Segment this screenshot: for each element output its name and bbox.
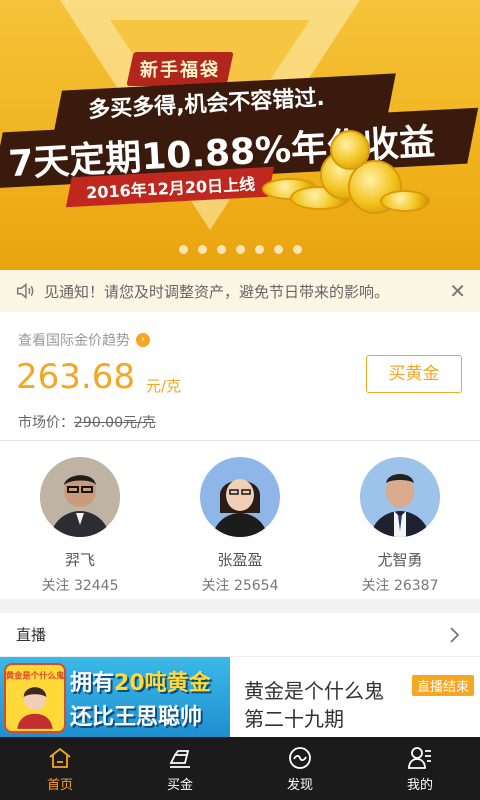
badge-text: 黄金是个什么鬼 bbox=[6, 670, 64, 680]
live-section-title: 直播 bbox=[16, 626, 47, 644]
gold-trend-link[interactable]: 查看国际金价趋势 › bbox=[18, 330, 150, 350]
expert-followers: 关注 26387 bbox=[361, 578, 439, 594]
carousel-indicator[interactable] bbox=[0, 245, 480, 254]
carousel-dot[interactable] bbox=[292, 245, 302, 254]
user-icon bbox=[408, 746, 431, 769]
avatar bbox=[40, 457, 120, 537]
notice-bar[interactable]: 见通知！请您及时调整资产，避免节日带来的影响。 ✕ bbox=[0, 270, 480, 312]
live-thumbnail: 黄金是个什么鬼 拥有20吨黄金 还比王思聪帅 bbox=[0, 657, 230, 737]
tab-discover-label: 发现 bbox=[286, 777, 313, 793]
close-icon[interactable]: ✕ bbox=[449, 279, 466, 303]
buy-gold-button[interactable]: 买黄金 bbox=[366, 355, 462, 393]
expert-card[interactable]: 羿飞 关注 32445 bbox=[0, 457, 160, 595]
avatar bbox=[360, 457, 440, 537]
carousel-dot[interactable] bbox=[178, 245, 188, 254]
expert-card[interactable]: 张盈盈 关注 25654 bbox=[160, 457, 320, 595]
live-status-badge: 直播结束 bbox=[412, 675, 475, 696]
promo-banner[interactable]: 新手福袋 多买多得,机会不容错过. 7天定期10.88%年化收益 2016年12… bbox=[0, 0, 480, 270]
expert-name: 尤智勇 bbox=[377, 551, 423, 569]
gold-price-card: 查看国际金价趋势 › 263.68 元/克 买黄金 市场价：290.00元/克 bbox=[0, 312, 480, 440]
gold-price-unit: 元/克 bbox=[146, 377, 182, 395]
expert-name: 羿飞 bbox=[64, 551, 95, 569]
coin-icon bbox=[330, 130, 370, 170]
thumb-text: 拥有 bbox=[70, 671, 115, 696]
live-item-episode: 第二十九期 bbox=[244, 707, 344, 731]
home-icon bbox=[49, 747, 71, 768]
banner-tag: 新手福袋 bbox=[140, 60, 220, 81]
tab-profile-label: 我的 bbox=[406, 777, 433, 793]
expert-name: 张盈盈 bbox=[217, 551, 263, 569]
tab-buy-gold-label: 买金 bbox=[166, 777, 193, 793]
expert-followers: 关注 32445 bbox=[41, 578, 119, 594]
chevron-right-icon: › bbox=[136, 333, 150, 347]
notice-text: 见通知！请您及时调整资产，避免节日带来的影响。 bbox=[44, 282, 390, 301]
market-price-label: 市场价： bbox=[18, 415, 74, 431]
tab-profile[interactable]: 我的 bbox=[360, 737, 480, 800]
speaker-icon bbox=[16, 283, 34, 299]
discover-icon bbox=[289, 746, 311, 769]
bottom-nav: 首页 买金 发现 我的 bbox=[0, 737, 480, 800]
gold-bar-icon bbox=[169, 749, 190, 768]
app-screen: 新手福袋 多买多得,机会不容错过. 7天定期10.88%年化收益 2016年12… bbox=[0, 0, 480, 800]
experts-list: 羿飞 关注 32445 张盈盈 关注 25654 尤智勇 关注 26387 bbox=[0, 441, 480, 599]
live-thumbnail-line2: 还比王思聪帅 bbox=[70, 705, 203, 730]
market-price: 市场价：290.00元/克 bbox=[18, 412, 156, 432]
avatar bbox=[200, 457, 280, 537]
carousel-dot[interactable] bbox=[273, 245, 283, 254]
tab-buy-gold[interactable]: 买金 bbox=[120, 737, 240, 800]
expert-card[interactable]: 尤智勇 关注 26387 bbox=[320, 457, 480, 595]
live-item-title: 黄金是个什么鬼 bbox=[244, 679, 384, 703]
carousel-dot[interactable] bbox=[235, 245, 245, 254]
live-thumbnail-badge: 黄金是个什么鬼 bbox=[4, 663, 66, 733]
carousel-dot[interactable] bbox=[216, 245, 226, 254]
thumb-highlight: 20吨 bbox=[114, 671, 167, 696]
carousel-dot[interactable] bbox=[254, 245, 264, 254]
tab-home[interactable]: 首页 bbox=[0, 737, 120, 800]
market-price-value: 290.00元/克 bbox=[74, 415, 156, 431]
thumb-highlight: 黄金 bbox=[166, 671, 211, 696]
live-list-item[interactable]: 黄金是个什么鬼 拥有20吨黄金 还比王思聪帅 黄金是个什么鬼 第二十九期 直播结… bbox=[0, 657, 480, 737]
coin-icon bbox=[380, 190, 430, 212]
live-thumbnail-line1: 拥有20吨黄金 bbox=[70, 665, 211, 697]
gold-price: 263.68 bbox=[16, 357, 135, 397]
carousel-dot[interactable] bbox=[197, 245, 207, 254]
chevron-right-icon bbox=[450, 626, 460, 643]
tab-home-label: 首页 bbox=[46, 777, 73, 793]
expert-followers: 关注 25654 bbox=[201, 578, 279, 594]
gold-trend-label: 查看国际金价趋势 bbox=[18, 333, 130, 349]
live-section-header[interactable]: 直播 bbox=[0, 613, 480, 657]
tab-discover[interactable]: 发现 bbox=[240, 737, 360, 800]
